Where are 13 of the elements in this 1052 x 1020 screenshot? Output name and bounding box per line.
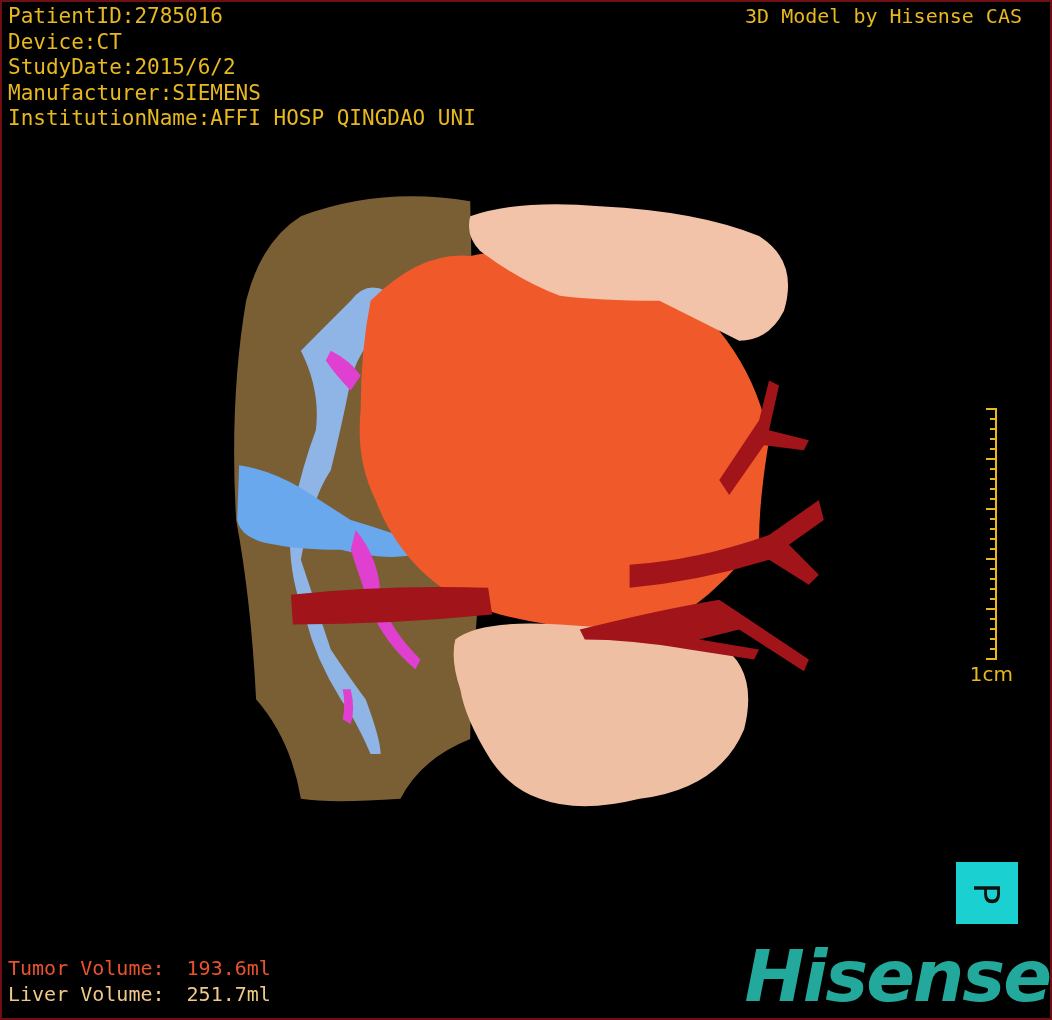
study-info-text: StudyDate:2015/6/2: [8, 55, 237, 81]
brand-logo: Hisense: [744, 936, 1050, 1016]
volume-label: Liver Volume:: [8, 981, 165, 1007]
volume-value: 251.7ml: [186, 981, 271, 1007]
model-credit-text: 3D Model by Hisense CAS: [745, 4, 1022, 29]
study-info-text: PatientID:2785016: [8, 4, 224, 30]
orientation-marker[interactable]: P: [956, 862, 1018, 924]
study-info-text: Manufacturer:SIEMENS: [8, 80, 262, 106]
study-info-text: Device:CT: [8, 29, 123, 55]
scale-label: 1cm: [969, 663, 1013, 685]
volume-label: Tumor Volume:: [8, 955, 165, 981]
volume-value: 193.6ml: [186, 955, 271, 981]
study-info-text: InstitutionName:AFFI HOSP QINGDAO UNI: [8, 106, 476, 132]
